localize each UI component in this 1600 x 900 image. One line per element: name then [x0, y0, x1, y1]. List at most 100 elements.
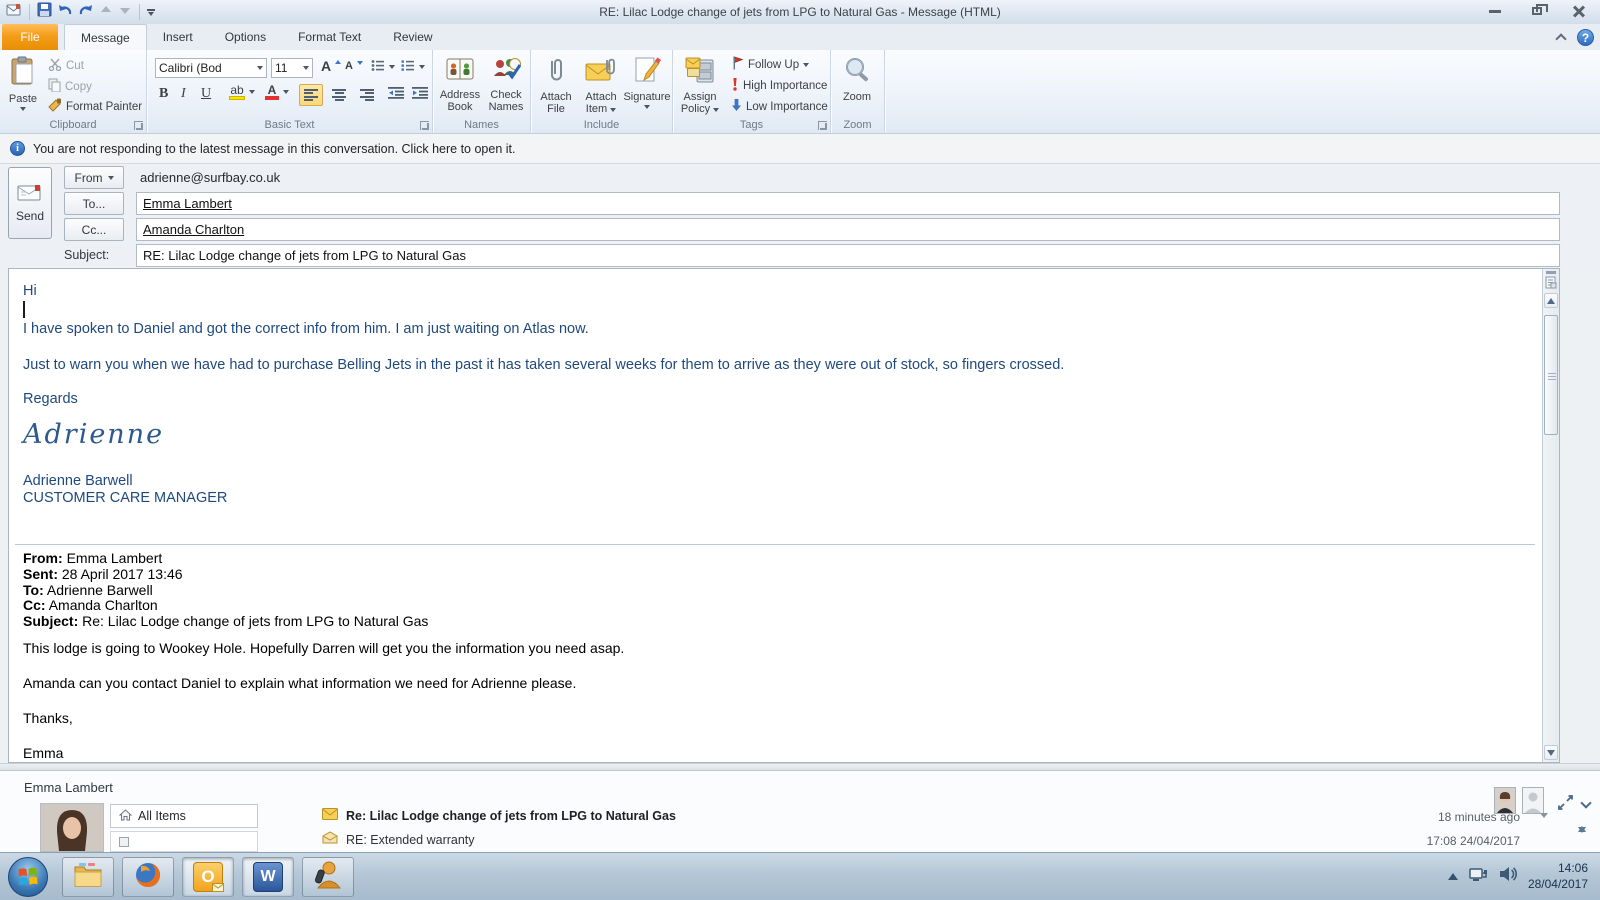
taskbar-word-button[interactable]: W: [242, 857, 294, 897]
follow-up-dropdown-icon: [803, 63, 809, 67]
pane-splitter[interactable]: [0, 763, 1600, 771]
format-painter-button[interactable]: Format Painter: [48, 98, 142, 115]
restore-button[interactable]: [1524, 3, 1550, 19]
nav-item-partial[interactable]: [110, 831, 258, 852]
decrease-indent-button[interactable]: [385, 84, 407, 106]
info-bar[interactable]: i You are not responding to the latest m…: [0, 134, 1600, 164]
ruler-toggle-icon[interactable]: [1545, 276, 1557, 294]
highlight-button[interactable]: ab: [229, 84, 255, 100]
taskbar-firefox-button[interactable]: [122, 857, 174, 897]
body-scrollbar[interactable]: [1542, 269, 1559, 762]
minimize-ribbon-icon[interactable]: [1555, 33, 1566, 44]
align-center-button[interactable]: [327, 84, 351, 106]
taskbar-clock[interactable]: 14:06 28/04/2017: [1528, 861, 1588, 892]
send-button[interactable]: Send: [8, 167, 52, 239]
copy-button[interactable]: Copy: [48, 78, 92, 95]
expand-people-pane-icon[interactable]: [1558, 795, 1573, 815]
increase-indent-button[interactable]: [409, 84, 431, 106]
to-button[interactable]: To...: [64, 192, 124, 215]
paste-button[interactable]: Paste: [4, 52, 42, 111]
attach-file-icon: [546, 56, 566, 91]
italic-icon: I: [181, 86, 186, 102]
high-importance-button[interactable]: High Importance: [731, 77, 827, 94]
network-icon[interactable]: [1468, 865, 1488, 888]
clipboard-dialog-launcher-icon[interactable]: [134, 121, 143, 130]
follow-up-flag-icon: [731, 56, 744, 73]
assign-policy-label-1: Assign: [683, 91, 716, 104]
tab-insert[interactable]: Insert: [147, 24, 209, 50]
help-icon[interactable]: ?: [1577, 29, 1594, 46]
to-recipient[interactable]: Emma Lambert: [143, 196, 232, 211]
to-label: To...: [83, 197, 106, 211]
show-hidden-icons-button[interactable]: [1448, 873, 1458, 880]
attach-file-button[interactable]: Attach File: [535, 52, 577, 116]
nav-all-items[interactable]: All Items: [110, 804, 258, 828]
volume-icon[interactable]: [1498, 865, 1518, 888]
subject-field[interactable]: RE: Lilac Lodge change of jets from LPG …: [136, 244, 1560, 267]
group-include: Attach File Attach Item Signature Includ…: [531, 50, 673, 133]
bold-button[interactable]: B: [159, 86, 168, 102]
people-scroll-up-icon[interactable]: [1578, 809, 1586, 827]
zoom-button[interactable]: Zoom: [835, 52, 879, 103]
font-name-combo[interactable]: Calibri (Bod: [155, 58, 267, 78]
conversation-row[interactable]: Re: Lilac Lodge change of jets from LPG …: [322, 805, 1540, 827]
taskbar-contact-app-button[interactable]: [302, 857, 354, 897]
follow-up-button[interactable]: Follow Up: [731, 56, 809, 73]
check-names-label-1: Check: [490, 89, 521, 102]
taskbar-outlook-button[interactable]: O: [182, 857, 234, 897]
tab-message[interactable]: Message: [64, 24, 147, 50]
to-field[interactable]: Emma Lambert: [136, 192, 1560, 215]
tab-format-text[interactable]: Format Text: [282, 24, 377, 50]
split-handle[interactable]: [1546, 271, 1556, 274]
attach-item-button[interactable]: Attach Item: [579, 52, 623, 116]
save-icon[interactable]: [37, 2, 52, 22]
check-names-button[interactable]: Check Names: [484, 52, 528, 114]
taskbar-explorer-button[interactable]: [62, 857, 114, 897]
from-button[interactable]: From: [64, 166, 124, 189]
redo-icon[interactable]: [78, 3, 94, 22]
tab-options[interactable]: Options: [209, 24, 282, 50]
scroll-down-button[interactable]: [1544, 745, 1558, 760]
basic-text-dialog-launcher-icon[interactable]: [420, 121, 429, 130]
tags-dialog-launcher-icon[interactable]: [818, 121, 827, 130]
conversation-row[interactable]: RE: Extended warranty: [322, 829, 1540, 851]
scroll-thumb[interactable]: [1544, 315, 1558, 435]
scroll-up-button[interactable]: [1544, 293, 1558, 308]
low-importance-button[interactable]: Low Importance: [731, 98, 828, 115]
start-button[interactable]: [8, 857, 48, 897]
cut-button[interactable]: Cut: [48, 58, 84, 74]
tab-file[interactable]: File: [2, 24, 58, 50]
font-size-combo[interactable]: 11: [271, 58, 313, 78]
numbering-button[interactable]: [401, 59, 425, 75]
message-body[interactable]: Hi I have spoken to Daniel and got the c…: [8, 268, 1560, 763]
align-right-button[interactable]: [355, 84, 379, 106]
align-left-button[interactable]: [299, 84, 323, 106]
close-button[interactable]: [1566, 3, 1592, 19]
bullets-button[interactable]: [371, 59, 395, 75]
font-color-button[interactable]: A: [265, 84, 289, 100]
cc-recipient[interactable]: Amanda Charlton: [143, 222, 244, 237]
contact-photo[interactable]: [40, 803, 104, 852]
next-item-icon[interactable]: [118, 3, 132, 21]
italic-button[interactable]: I: [181, 86, 186, 102]
previous-item-icon[interactable]: [99, 3, 113, 21]
app-message-icon[interactable]: [6, 3, 22, 22]
people-scroll-down-icon[interactable]: [1578, 833, 1586, 851]
customize-qat-icon[interactable]: [147, 9, 155, 16]
tab-review[interactable]: Review: [377, 24, 448, 50]
cc-field[interactable]: Amanda Charlton: [136, 218, 1560, 241]
decrease-indent-icon: [388, 86, 404, 104]
address-book-button[interactable]: Address Book: [438, 52, 482, 114]
qat-separator: [29, 4, 30, 20]
row-dropdown-icon[interactable]: [1540, 813, 1548, 818]
grow-font-button[interactable]: A: [321, 58, 341, 74]
shrink-font-button[interactable]: A: [345, 60, 363, 72]
cc-button[interactable]: Cc...: [64, 218, 124, 241]
undo-icon[interactable]: [57, 3, 73, 22]
underline-button[interactable]: U: [201, 86, 211, 102]
signature-button[interactable]: Signature: [623, 52, 671, 109]
people-pane: Emma Lambert All Items Re: Lilac Lodge c…: [0, 771, 1600, 852]
assign-policy-button[interactable]: Assign Policy: [677, 52, 723, 116]
people-pane-chevron-icon[interactable]: [1580, 797, 1591, 808]
minimize-button[interactable]: [1482, 3, 1508, 19]
